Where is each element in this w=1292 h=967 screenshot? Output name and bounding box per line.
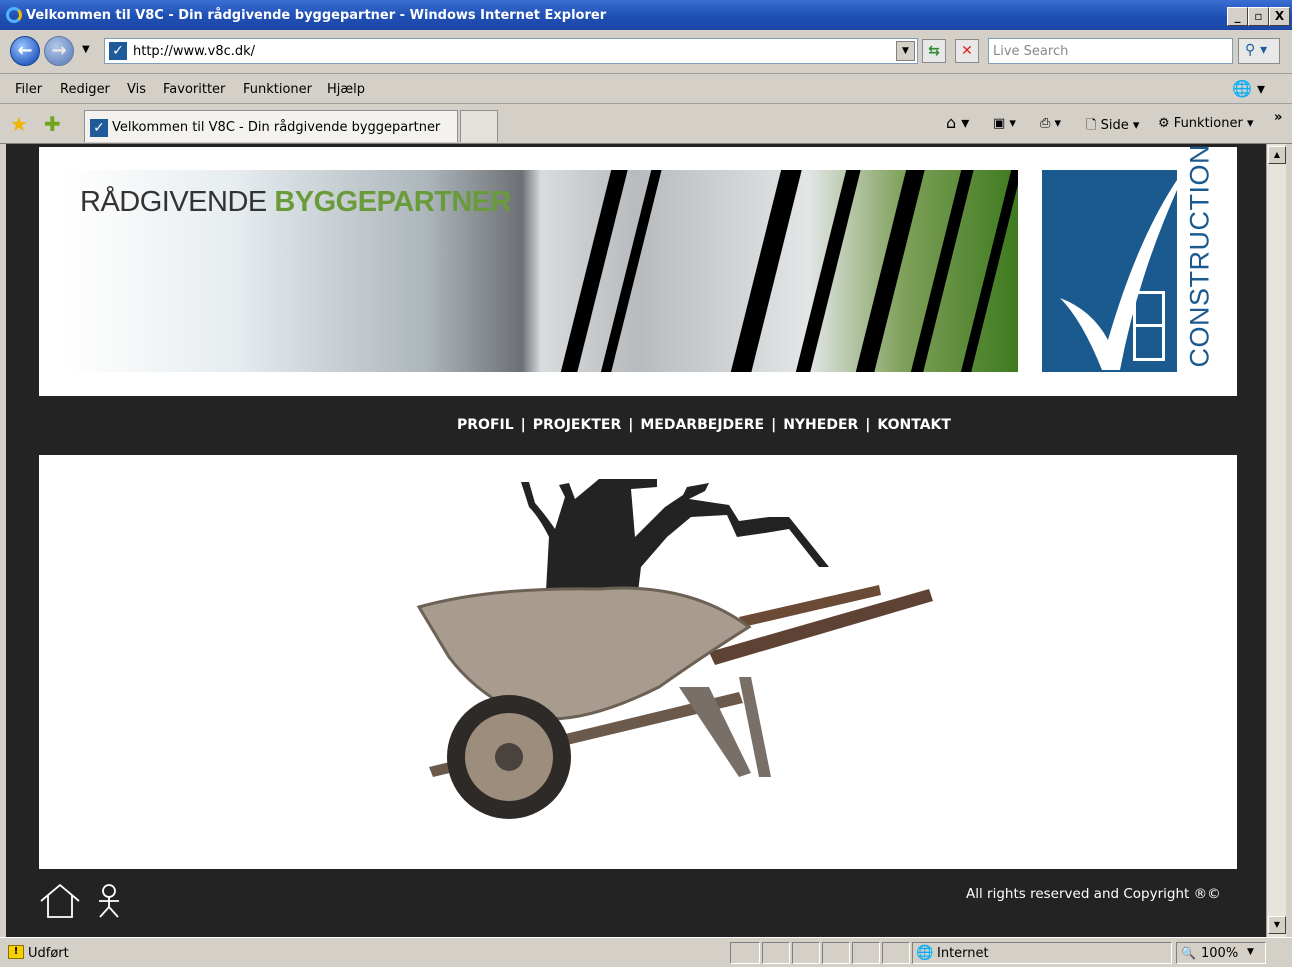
toolbar-options-icon[interactable]: 🌐 ▾	[1232, 79, 1265, 98]
main-navigation: PROFIL | PROJEKTER | MEDARBEJDERE | NYHEDER | KO…	[457, 417, 951, 437]
page-icon: 🗋	[1086, 118, 1097, 133]
menu-edit[interactable]: Rediger	[60, 82, 110, 97]
address-toolbar: ← → ▼ ✓ http://www.v8c.dk/ ▼ ⇆ ✕ Live Se…	[0, 30, 1292, 74]
main-content	[39, 455, 1237, 869]
refresh-button[interactable]: ⇆	[922, 39, 946, 63]
browser-tab[interactable]: ✓ Velkommen til V8C - Din rådgivende byg…	[84, 110, 458, 142]
tools-menu-button[interactable]: ⚙ Funktioner ▾	[1158, 116, 1254, 131]
zoom-icon: 🔍	[1181, 946, 1196, 960]
status-pane	[762, 942, 790, 964]
banner-stripe	[552, 170, 632, 372]
banner-tagline-part1: RÅDGIVENDE	[80, 186, 267, 218]
nav-separator: |	[520, 417, 526, 433]
menu-bar: Filer Rediger Vis Favoritter Funktioner …	[0, 75, 1292, 104]
search-input[interactable]: Live Search	[988, 38, 1233, 64]
ie-logo-icon	[6, 7, 22, 23]
security-zone-pane[interactable]: 🌐 Internet	[912, 942, 1172, 964]
zoom-level: 100%	[1201, 946, 1239, 961]
menu-file[interactable]: Filer	[15, 82, 42, 97]
tab-title: Velkommen til V8C - Din rådgivende bygge…	[112, 120, 441, 135]
menu-help[interactable]: Hjælp	[327, 82, 365, 97]
menu-view[interactable]: Vis	[127, 82, 146, 97]
banner-stripe	[787, 170, 865, 372]
vertical-scrollbar[interactable]: ▲ ▼	[1266, 144, 1286, 937]
person-link-icon[interactable]	[96, 883, 122, 919]
nav-profil[interactable]: PROFIL	[457, 417, 514, 433]
nav-kontakt[interactable]: KONTAKT	[877, 417, 951, 433]
search-icon: ⚲	[1245, 42, 1256, 58]
scroll-down-button[interactable]: ▼	[1268, 916, 1286, 934]
globe-icon: 🌐	[916, 945, 934, 961]
nav-nyheder[interactable]: NYHEDER	[783, 417, 858, 433]
banner-stripe	[722, 170, 806, 372]
logo-text: CONSTRUCTION	[1180, 144, 1220, 372]
tab-favicon-icon: ✓	[90, 119, 108, 137]
search-button[interactable]: ⚲ ▾	[1238, 38, 1280, 64]
zoom-dropdown-icon[interactable]: ▼	[1247, 947, 1254, 957]
home-link-icon[interactable]	[39, 883, 81, 919]
banner-stripe	[847, 170, 929, 372]
nav-projekter[interactable]: PROJEKTER	[533, 417, 621, 433]
chevron-more-icon[interactable]: »	[1274, 110, 1282, 125]
copyright-text: All rights reserved and Copyright ®©	[966, 886, 1221, 902]
zoom-control[interactable]: 🔍 100% ▼	[1176, 942, 1266, 964]
page-menu-label: Side	[1100, 118, 1129, 133]
status-pane	[792, 942, 820, 964]
status-pane	[882, 942, 910, 964]
header-banner-image: RÅDGIVENDE BYGGEPARTNER	[64, 170, 1018, 372]
page-menu-button[interactable]: 🗋 Side ▾	[1086, 116, 1139, 138]
home-icon[interactable]: ⌂ ▾	[946, 113, 969, 132]
status-text: Udført	[28, 946, 69, 961]
nav-separator: |	[865, 417, 871, 433]
window-title-bar: Velkommen til V8C - Din rådgivende bygge…	[0, 0, 1292, 30]
logo-construction-text: CONSTRUCTION	[1184, 144, 1215, 368]
nav-medarbejdere[interactable]: MEDARBEJDERE	[640, 417, 764, 433]
tools-menu-label: Funktioner	[1173, 116, 1243, 131]
forward-button[interactable]: →	[44, 36, 74, 66]
address-url: http://www.v8c.dk/	[133, 44, 256, 59]
back-button[interactable]: ←	[10, 36, 40, 66]
nav-separator: |	[771, 417, 777, 433]
banner-tagline-part2: BYGGEPARTNER	[274, 186, 512, 218]
address-field[interactable]: ✓ http://www.v8c.dk/ ▼	[104, 38, 918, 64]
new-tab-button[interactable]	[460, 110, 498, 142]
history-dropdown-icon[interactable]: ▼	[82, 44, 90, 55]
logo-window-shape	[1133, 291, 1165, 361]
tab-command-bar: ★ ✚ ✓ Velkommen til V8C - Din rådgivende…	[0, 104, 1292, 144]
warning-icon[interactable]: !	[8, 945, 24, 959]
banner-tagline: RÅDGIVENDE BYGGEPARTNER	[80, 186, 512, 219]
gear-icon: ⚙	[1158, 116, 1170, 131]
site-favicon-icon: ✓	[109, 42, 127, 60]
print-icon[interactable]: ⎙ ▾	[1040, 116, 1061, 131]
menu-tools[interactable]: Funktioner	[243, 82, 312, 97]
zone-label: Internet	[937, 946, 989, 961]
status-bar: ! Udført 🌐 Internet 🔍 100% ▼	[0, 937, 1292, 967]
menu-favorites[interactable]: Favoritter	[163, 82, 225, 97]
address-dropdown-icon[interactable]: ▼	[896, 41, 915, 61]
status-pane	[852, 942, 880, 964]
status-pane	[730, 942, 760, 964]
feeds-icon[interactable]: ▣ ▾	[993, 116, 1016, 131]
scroll-up-button[interactable]: ▲	[1268, 146, 1286, 164]
v8c-logo[interactable]	[1042, 170, 1177, 372]
nav-separator: |	[628, 417, 634, 433]
stop-button[interactable]: ✕	[955, 39, 979, 63]
close-button[interactable]: X	[1269, 7, 1290, 26]
minimize-button[interactable]: _	[1227, 7, 1248, 26]
add-favorite-icon[interactable]: ✚	[44, 112, 61, 136]
maximize-button[interactable]: ▫	[1248, 7, 1269, 26]
favorites-center-icon[interactable]: ★	[10, 112, 28, 136]
window-title: Velkommen til V8C - Din rådgivende bygge…	[26, 8, 607, 23]
status-pane	[822, 942, 850, 964]
wheelbarrow-tree-image	[416, 479, 933, 819]
